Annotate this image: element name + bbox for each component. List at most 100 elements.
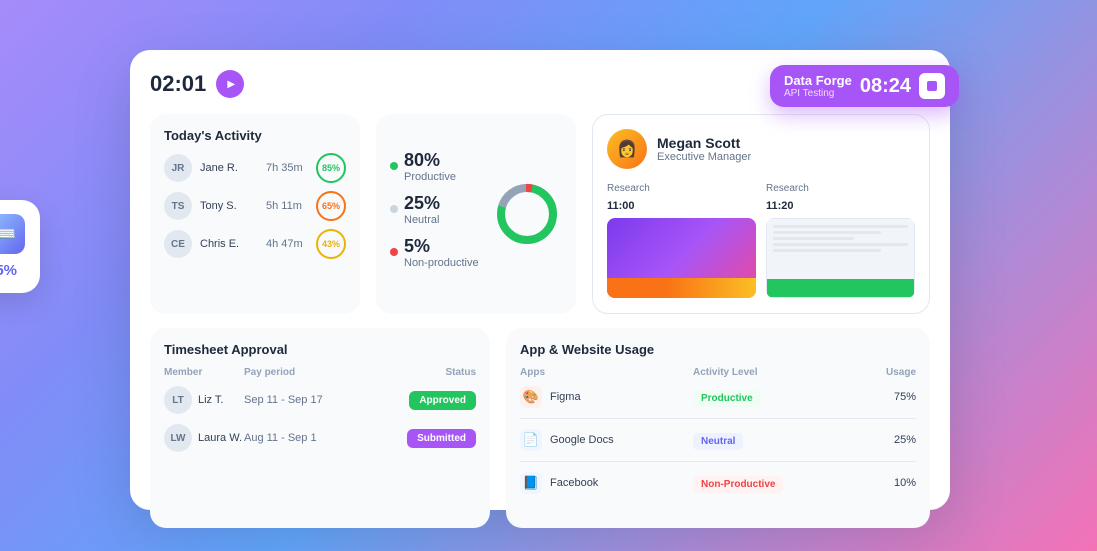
ts-period: Sep 11 - Sep 17 [244, 394, 386, 406]
table-row: LW Laura W. Aug 11 - Sep 1 Submitted [164, 424, 476, 452]
ts-name: Laura W. [198, 432, 242, 444]
dot-nonproductive [390, 248, 398, 256]
member-name: Chris E. [200, 238, 258, 250]
activity-card: Today's Activity JR Jane R. 7h 35m 85% T… [150, 114, 360, 314]
nonproductive-badge: Non-Productive [693, 476, 783, 493]
doc-lines [767, 219, 914, 261]
productive-badge: Productive [693, 390, 761, 407]
neutral-label: Neutral [404, 214, 440, 226]
forge-info: Data Forge API Testing [784, 73, 852, 99]
thumb-doc [766, 218, 915, 298]
kb-pct-item: 45% [0, 262, 17, 279]
pct-row: 55% 45% [0, 262, 17, 279]
app-name: Figma [550, 391, 581, 403]
megan-role: Executive Manager [657, 151, 751, 163]
research-item-2: Research 11:20 [766, 183, 915, 298]
member-time: 5h 11m [266, 200, 308, 212]
app-usage-title: App & Website Usage [520, 342, 916, 357]
ts-member: LT Liz T. [164, 386, 244, 414]
app-headers: Apps Activity Level Usage [520, 367, 916, 378]
research-time-1: 11:00 [607, 200, 756, 212]
bottom-row: Timesheet Approval Member Pay period Sta… [150, 328, 930, 528]
table-row: JR Jane R. 7h 35m 85% [164, 153, 346, 183]
doc-line [773, 249, 881, 252]
app-usage-card: App & Website Usage Apps Activity Level … [506, 328, 930, 528]
table-row: LT Liz T. Sep 11 - Sep 17 Approved [164, 386, 476, 414]
keyboard-icon-box: ⌨️ [0, 214, 25, 254]
megan-avatar: 👩 [607, 129, 647, 169]
col-level: Activity Level [693, 367, 866, 378]
facebook-icon: 📘 [520, 472, 542, 494]
nonproductive-pct: 5% [404, 236, 479, 257]
col-usage: Usage [866, 367, 916, 378]
icons-row: 🖱️ ⌨️ [0, 214, 25, 254]
doc-line [773, 237, 854, 240]
member-time: 4h 47m [266, 238, 308, 250]
stop-button[interactable] [919, 73, 945, 99]
member-time: 7h 35m [266, 162, 308, 174]
nonproductive-label: Non-productive [404, 257, 479, 269]
productivity-stats: 80% Productive 25% Neutral 5% Non-prod [390, 150, 482, 279]
timesheet-card: Timesheet Approval Member Pay period Sta… [150, 328, 490, 528]
percent-badge: 43% [316, 229, 346, 259]
submitted-badge: Submitted [407, 429, 476, 448]
donut-chart [492, 179, 562, 249]
col-period: Pay period [244, 367, 386, 378]
mouse-keyboard-card: 🖱️ ⌨️ 55% 45% [0, 200, 40, 293]
megan-name: Megan Scott [657, 135, 751, 151]
stop-icon [927, 81, 937, 91]
avatar: TS [164, 192, 192, 220]
productive-pct: 80% [404, 150, 456, 171]
app-name: Google Docs [550, 434, 614, 446]
app-usage-pct: 75% [866, 391, 916, 403]
member-name: Jane R. [200, 162, 258, 174]
avatar: JR [164, 154, 192, 182]
ts-status: Approved [386, 390, 476, 410]
top-row: Today's Activity JR Jane R. 7h 35m 85% T… [150, 114, 930, 314]
doc-bottom-bar [767, 279, 914, 297]
play-icon: ▶ [227, 79, 235, 90]
member-name: Tony S. [200, 200, 258, 212]
col-apps: Apps [520, 367, 693, 378]
dot-productive [390, 162, 398, 170]
thumb-purple [607, 218, 756, 298]
research-time-2: 11:20 [766, 200, 915, 212]
neutral-pct: 25% [404, 193, 440, 214]
doc-line [773, 225, 908, 228]
play-button[interactable]: ▶ [216, 70, 244, 98]
research-thumb-2 [766, 218, 915, 298]
ts-status: Submitted [386, 428, 476, 448]
app-usage-pct: 10% [866, 477, 916, 489]
productivity-card: 80% Productive 25% Neutral 5% Non-prod [376, 114, 576, 314]
googledocs-icon: 📄 [520, 429, 542, 451]
productive-label: Productive [404, 171, 456, 183]
table-row: CE Chris E. 4h 47m 43% [164, 229, 346, 259]
megan-card: Data Forge API Testing 08:24 👩 Megan Sco… [592, 114, 930, 314]
app-level: Productive [693, 388, 866, 407]
activity-title: Today's Activity [164, 128, 346, 143]
megan-info: Megan Scott Executive Manager [657, 135, 751, 163]
research-grid: Research 11:00 Research 11:20 [607, 183, 915, 298]
app-name-cell: 📘 Facebook [520, 472, 693, 494]
research-label-2: Research [766, 183, 915, 194]
figma-icon: 🎨 [520, 386, 542, 408]
data-forge-badge: Data Forge API Testing 08:24 [770, 65, 959, 107]
productivity-row: 80% Productive [390, 150, 482, 183]
doc-line [773, 231, 881, 234]
forge-timer: 08:24 [860, 75, 911, 98]
app-name-cell: 🎨 Figma [520, 386, 693, 408]
percent-badge: 85% [316, 153, 346, 183]
table-row: 📘 Facebook Non-Productive 10% [520, 472, 916, 504]
main-dashboard: 02:01 ▶ Today's Activity JR Jane R. 7h 3… [130, 50, 950, 510]
timesheet-headers: Member Pay period Status [164, 367, 476, 378]
research-thumb-1 [607, 218, 756, 298]
app-level: Non-Productive [693, 474, 866, 493]
megan-header: 👩 Megan Scott Executive Manager [607, 129, 915, 169]
app-usage-pct: 25% [866, 434, 916, 446]
avatar: CE [164, 230, 192, 258]
ts-name: Liz T. [198, 394, 223, 406]
dot-neutral [390, 205, 398, 213]
keyboard-icon: ⌨️ [0, 224, 16, 245]
approved-badge: Approved [409, 391, 476, 410]
kb-pct: 45% [0, 262, 17, 279]
